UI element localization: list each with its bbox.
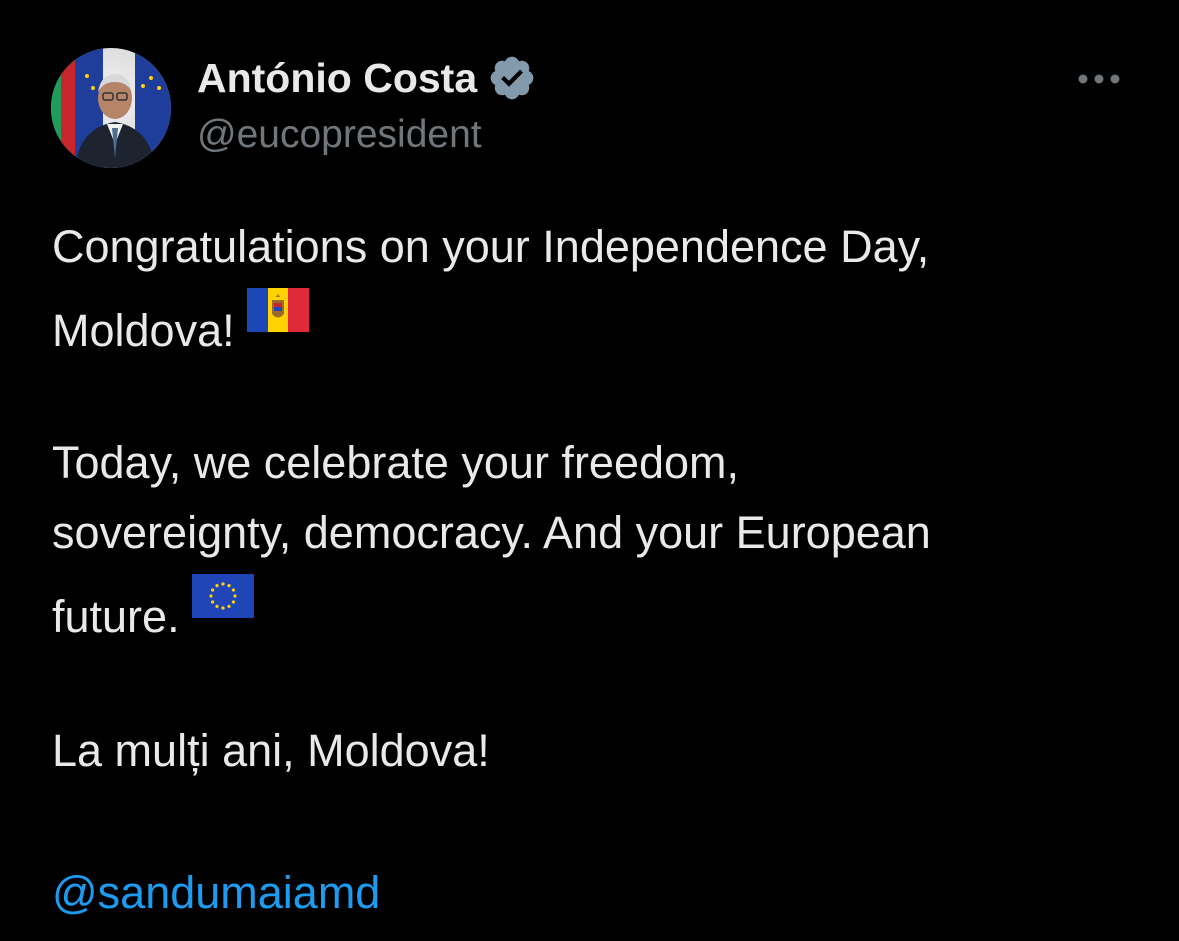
post-mention-line: @sandumaiamd xyxy=(52,858,1132,928)
author-avatar[interactable] xyxy=(51,48,171,168)
post-mention-paragraph: @sandumaiamd xyxy=(52,858,1132,928)
post-text-line: Moldova! xyxy=(52,305,235,356)
post-text-line: La mulți ani, Moldova! xyxy=(52,725,490,776)
author-name-row: António Costa xyxy=(197,52,537,104)
moldova-flag-icon xyxy=(246,282,309,352)
post-text-line: Congratulations on your Independence Day… xyxy=(52,221,930,272)
post-paragraph-1: Congratulations on your Independence Day… xyxy=(52,212,1132,356)
post-paragraph-2: Today, we celebrate your freedom, sovere… xyxy=(52,428,1132,642)
post-text-line-with-flag: Moldova! xyxy=(52,282,1132,356)
verified-badge-icon[interactable] xyxy=(487,53,537,103)
post: António Costa @eucopresident Congratulat… xyxy=(0,0,1179,941)
author-display-name[interactable]: António Costa xyxy=(197,55,477,102)
eu-flag-icon xyxy=(191,568,254,638)
post-text-line-with-flag: future. xyxy=(52,568,1132,642)
post-text-line: future. xyxy=(52,591,180,642)
post-paragraph-3: La mulți ani, Moldova! xyxy=(52,716,1132,786)
post-text-line: Today, we celebrate your freedom, xyxy=(52,437,740,488)
mention-link[interactable]: @sandumaiamd xyxy=(52,867,380,918)
more-options-icon[interactable] xyxy=(1074,62,1124,96)
post-text-line: sovereignty, democracy. And your Europea… xyxy=(52,507,931,558)
author-handle[interactable]: @eucopresident xyxy=(197,113,482,157)
